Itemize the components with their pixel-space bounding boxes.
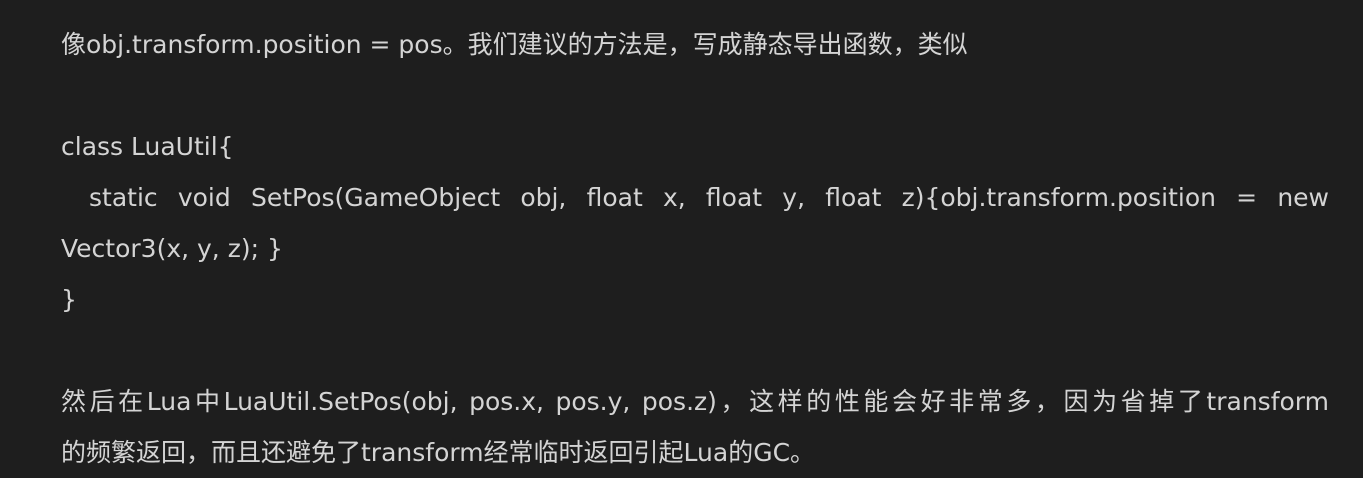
paragraph-conclusion-line2: 的频繁返回，而且还避免了transform经常临时返回引起Lua的GC。 — [61, 438, 816, 467]
code-line-close-brace: } — [61, 285, 77, 314]
code-line-method-cont: Vector3(x, y, z); } — [61, 234, 283, 263]
paragraph-conclusion-line1: 然后在Lua中LuaUtil.SetPos(obj, pos.x, pos.y,… — [61, 387, 1329, 416]
paragraph-intro: 像obj.transform.position = pos。我们建议的方法是，写… — [61, 30, 968, 59]
code-line-class-decl: class LuaUtil{ — [61, 132, 234, 161]
code-line-method: static void SetPos(GameObject obj, float… — [89, 183, 1329, 212]
